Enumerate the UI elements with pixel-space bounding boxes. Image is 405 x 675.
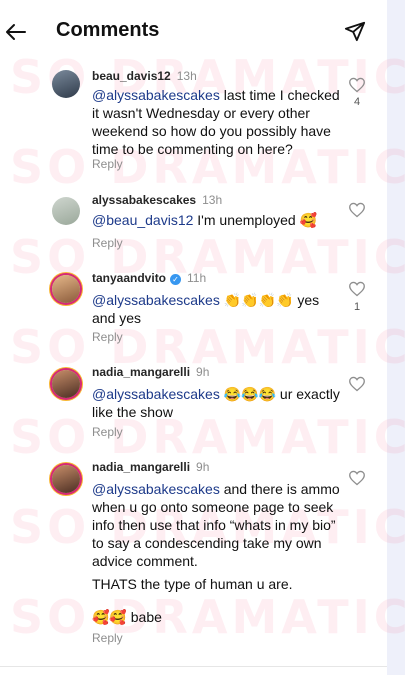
comment-meta: nadia_mangarelli 9h — [92, 460, 209, 474]
reply-button[interactable]: Reply — [92, 236, 123, 250]
comment-text: @alyssabakescakes and there is ammo when… — [92, 480, 342, 570]
comment-username[interactable]: nadia_mangarelli — [92, 365, 190, 379]
page-title: Comments — [56, 19, 160, 41]
comment-time: 9h — [196, 365, 210, 379]
avatar[interactable] — [52, 275, 80, 303]
divider — [0, 666, 387, 667]
comment-text-line: THATS the type of human u are. — [92, 576, 293, 592]
mention-link[interactable]: @alyssabakescakes — [92, 481, 220, 497]
reply-button[interactable]: Reply — [92, 631, 123, 645]
side-strip — [387, 0, 405, 675]
paper-plane-icon[interactable] — [344, 20, 366, 42]
comment-username[interactable]: tanyaandvito — [92, 271, 166, 285]
heart-icon[interactable] — [348, 281, 366, 297]
comment-username[interactable]: nadia_mangarelli — [92, 460, 190, 474]
avatar[interactable] — [52, 70, 80, 98]
avatar[interactable] — [52, 465, 80, 493]
comment-meta: tanyaandvito ✓ 11h — [92, 271, 206, 285]
comment-username[interactable]: alyssabakescakes — [92, 193, 196, 207]
comment-text: @alyssabakescakes last time I checked it… — [92, 86, 342, 158]
comment-body: I'm unemployed 🥰 — [193, 212, 318, 228]
like-count: 4 — [354, 96, 361, 108]
comment-text: @alyssabakescakes 👏👏👏👏 yes and yes — [92, 291, 342, 327]
heart-icon[interactable] — [348, 376, 366, 392]
heart-icon[interactable] — [348, 77, 366, 93]
comment-text: @beau_davis12 I'm unemployed 🥰 — [92, 211, 342, 229]
reply-button[interactable]: Reply — [92, 425, 123, 439]
heart-icon[interactable] — [348, 470, 366, 486]
mention-link[interactable]: @alyssabakescakes — [92, 292, 220, 308]
mention-link[interactable]: @beau_davis12 — [92, 212, 193, 228]
comment-time: 9h — [196, 460, 210, 474]
reply-button[interactable]: Reply — [92, 330, 123, 344]
like-count: 1 — [354, 301, 361, 313]
comment-meta: beau_davis12 13h — [92, 69, 197, 83]
comment-meta: alyssabakescakes 13h — [92, 193, 222, 207]
reply-button[interactable]: Reply — [92, 157, 123, 171]
comment-time: 13h — [202, 193, 223, 207]
comment-time: 13h — [176, 69, 197, 83]
comment-username[interactable]: beau_davis12 — [92, 69, 171, 83]
avatar[interactable] — [52, 197, 80, 225]
mention-link[interactable]: @alyssabakescakes — [92, 87, 220, 103]
header: Comments — [0, 0, 387, 62]
avatar[interactable] — [52, 370, 80, 398]
comment-text-line: 🥰🥰 babe — [92, 609, 162, 625]
arrow-left-icon[interactable] — [4, 20, 28, 44]
verified-badge-icon: ✓ — [170, 274, 182, 285]
comment-time: 11h — [187, 271, 207, 285]
comment-text: @alyssabakescakes 😂😂😂 ur exactly like th… — [92, 385, 342, 421]
mention-link[interactable]: @alyssabakescakes — [92, 386, 220, 402]
comment-meta: nadia_mangarelli 9h — [92, 365, 209, 379]
heart-icon[interactable] — [348, 202, 366, 218]
